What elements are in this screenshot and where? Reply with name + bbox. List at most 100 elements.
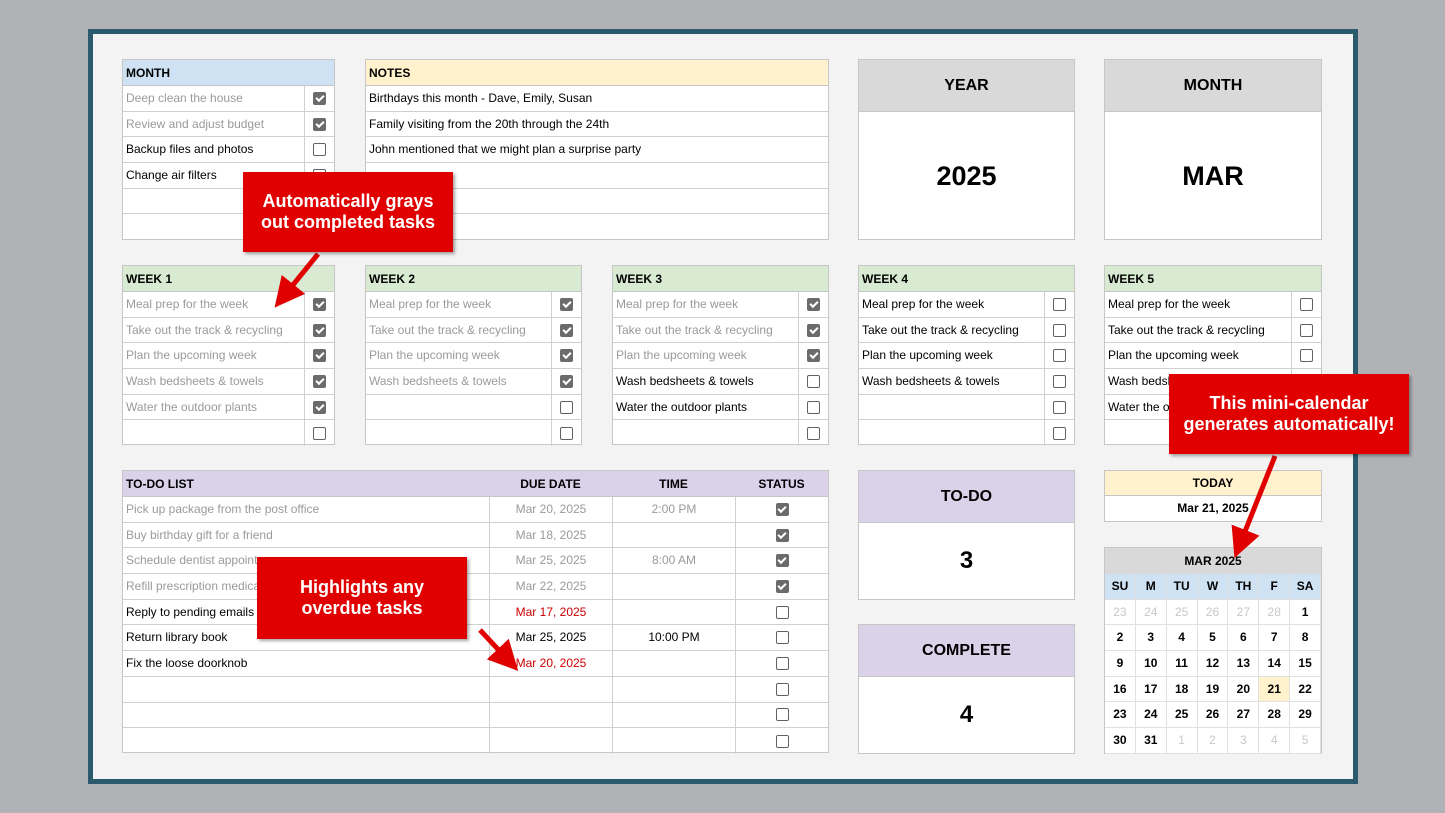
checkbox[interactable] xyxy=(313,323,326,337)
todo-task[interactable] xyxy=(123,703,489,728)
checkbox[interactable] xyxy=(560,426,573,440)
week-5-task-text[interactable]: Take out the track & recycling xyxy=(1105,318,1291,343)
checkbox[interactable] xyxy=(775,502,789,516)
checkbox[interactable] xyxy=(1300,297,1313,311)
week-1-task-text[interactable] xyxy=(123,420,304,446)
checkbox[interactable] xyxy=(313,374,326,388)
checkbox[interactable] xyxy=(560,323,573,337)
note-text[interactable]: Birthdays this month - Dave, Emily, Susa… xyxy=(366,86,828,111)
todo-due-date[interactable]: Mar 20, 2025 xyxy=(489,651,612,676)
todo-task[interactable] xyxy=(123,677,489,702)
checkbox[interactable] xyxy=(313,143,326,157)
todo-time[interactable]: 8:00 AM xyxy=(612,548,735,574)
todo-task[interactable]: Fix the loose doorknob xyxy=(123,651,489,676)
todo-task[interactable]: Pick up package from the post office xyxy=(123,497,489,522)
week-4-task-text[interactable] xyxy=(859,395,1044,420)
week-5-task-text[interactable]: Plan the upcoming week xyxy=(1105,343,1291,368)
checkbox[interactable] xyxy=(807,426,820,440)
todo-time[interactable]: 10:00 PM xyxy=(612,625,735,651)
checkbox[interactable] xyxy=(1053,400,1066,414)
checkbox[interactable] xyxy=(775,708,789,722)
checkbox[interactable] xyxy=(313,400,326,414)
week-4-task-text[interactable]: Take out the track & recycling xyxy=(859,318,1044,343)
checkbox[interactable] xyxy=(775,554,789,568)
todo-due-date[interactable] xyxy=(489,702,612,728)
note-text[interactable]: John mentioned that we might plan a surp… xyxy=(366,137,828,162)
week-3-task-text[interactable]: Wash bedsheets & towels xyxy=(613,369,798,394)
week-2-task-text[interactable]: Meal prep for the week xyxy=(366,292,551,317)
checkbox[interactable] xyxy=(560,374,573,388)
checkbox[interactable] xyxy=(313,297,326,311)
week-3-task-text[interactable]: Take out the track & recycling xyxy=(613,318,798,343)
month-task-text[interactable]: Backup files and photos xyxy=(123,137,304,162)
month-task-text[interactable]: Deep clean the house xyxy=(123,86,304,111)
week-1-task-text[interactable]: Meal prep for the week xyxy=(123,292,304,317)
checkbox[interactable] xyxy=(313,349,326,363)
note-text[interactable]: Family visiting from the 20th through th… xyxy=(366,112,828,137)
todo-task[interactable] xyxy=(123,728,489,754)
week-5-task-text[interactable]: Meal prep for the week xyxy=(1105,292,1291,317)
todo-time[interactable] xyxy=(612,728,735,754)
year-value[interactable]: 2025 xyxy=(859,112,1074,240)
checkbox[interactable] xyxy=(775,656,789,670)
checkbox[interactable] xyxy=(1053,426,1066,440)
week-3-task-text[interactable]: Water the outdoor plants xyxy=(613,395,798,420)
week-2-task-text[interactable]: Take out the track & recycling xyxy=(366,318,551,343)
checkbox[interactable] xyxy=(775,631,789,645)
todo-due-date[interactable]: Mar 25, 2025 xyxy=(489,625,612,651)
checkbox[interactable] xyxy=(775,734,789,748)
week-2-task-text[interactable] xyxy=(366,395,551,420)
checkbox[interactable] xyxy=(1053,297,1066,311)
checkbox[interactable] xyxy=(807,323,820,337)
checkbox[interactable] xyxy=(1300,323,1313,337)
week-1-task-text[interactable]: Plan the upcoming week xyxy=(123,343,304,368)
todo-time[interactable] xyxy=(612,522,735,548)
week-4-task-text[interactable]: Plan the upcoming week xyxy=(859,343,1044,368)
week-2-task-text[interactable]: Wash bedsheets & towels xyxy=(366,369,551,394)
checkbox[interactable] xyxy=(807,297,820,311)
checkbox[interactable] xyxy=(775,579,789,593)
todo-time[interactable] xyxy=(612,599,735,625)
week-1-task-text[interactable]: Take out the track & recycling xyxy=(123,318,304,343)
checkbox[interactable] xyxy=(1053,349,1066,363)
checkbox[interactable] xyxy=(560,349,573,363)
checkbox[interactable] xyxy=(1300,349,1313,363)
week-4-task-text[interactable] xyxy=(859,420,1044,446)
todo-due-date[interactable]: Mar 22, 2025 xyxy=(489,574,612,599)
checkbox[interactable] xyxy=(807,400,820,414)
week-1-task-text[interactable]: Wash bedsheets & towels xyxy=(123,369,304,394)
checkbox[interactable] xyxy=(560,297,573,311)
todo-due-date[interactable] xyxy=(489,676,612,702)
month-task-text[interactable]: Review and adjust budget xyxy=(123,112,304,137)
week-3-task-text[interactable]: Plan the upcoming week xyxy=(613,343,798,368)
todo-due-date[interactable]: Mar 20, 2025 xyxy=(489,497,612,522)
checkbox[interactable] xyxy=(807,374,820,388)
checkbox[interactable] xyxy=(775,528,789,542)
week-2-task-text[interactable]: Plan the upcoming week xyxy=(366,343,551,368)
week-2-task-text[interactable] xyxy=(366,420,551,446)
todo-time[interactable] xyxy=(612,702,735,728)
todo-due-date[interactable]: Mar 17, 2025 xyxy=(489,599,612,625)
todo-time[interactable] xyxy=(612,574,735,599)
todo-time[interactable]: 2:00 PM xyxy=(612,497,735,522)
checkbox[interactable] xyxy=(560,400,573,414)
checkbox[interactable] xyxy=(313,426,326,440)
todo-due-date[interactable]: Mar 25, 2025 xyxy=(489,548,612,574)
week-4-task-text[interactable]: Wash bedsheets & towels xyxy=(859,369,1044,394)
week-3-task-text[interactable] xyxy=(613,420,798,446)
checkbox[interactable] xyxy=(1053,374,1066,388)
checkbox[interactable] xyxy=(1053,323,1066,337)
checkbox[interactable] xyxy=(313,91,326,105)
checkbox[interactable] xyxy=(313,117,326,131)
checkbox[interactable] xyxy=(775,605,789,619)
checkbox[interactable] xyxy=(807,349,820,363)
week-3-task-text[interactable]: Meal prep for the week xyxy=(613,292,798,317)
week-1-task-text[interactable]: Water the outdoor plants xyxy=(123,395,304,420)
todo-due-date[interactable] xyxy=(489,728,612,754)
week-4-task-text[interactable]: Meal prep for the week xyxy=(859,292,1044,317)
todo-task[interactable]: Buy birthday gift for a friend xyxy=(123,523,489,548)
todo-due-date[interactable]: Mar 18, 2025 xyxy=(489,522,612,548)
month-value[interactable]: MAR xyxy=(1105,112,1321,240)
todo-time[interactable] xyxy=(612,651,735,676)
todo-time[interactable] xyxy=(612,676,735,702)
